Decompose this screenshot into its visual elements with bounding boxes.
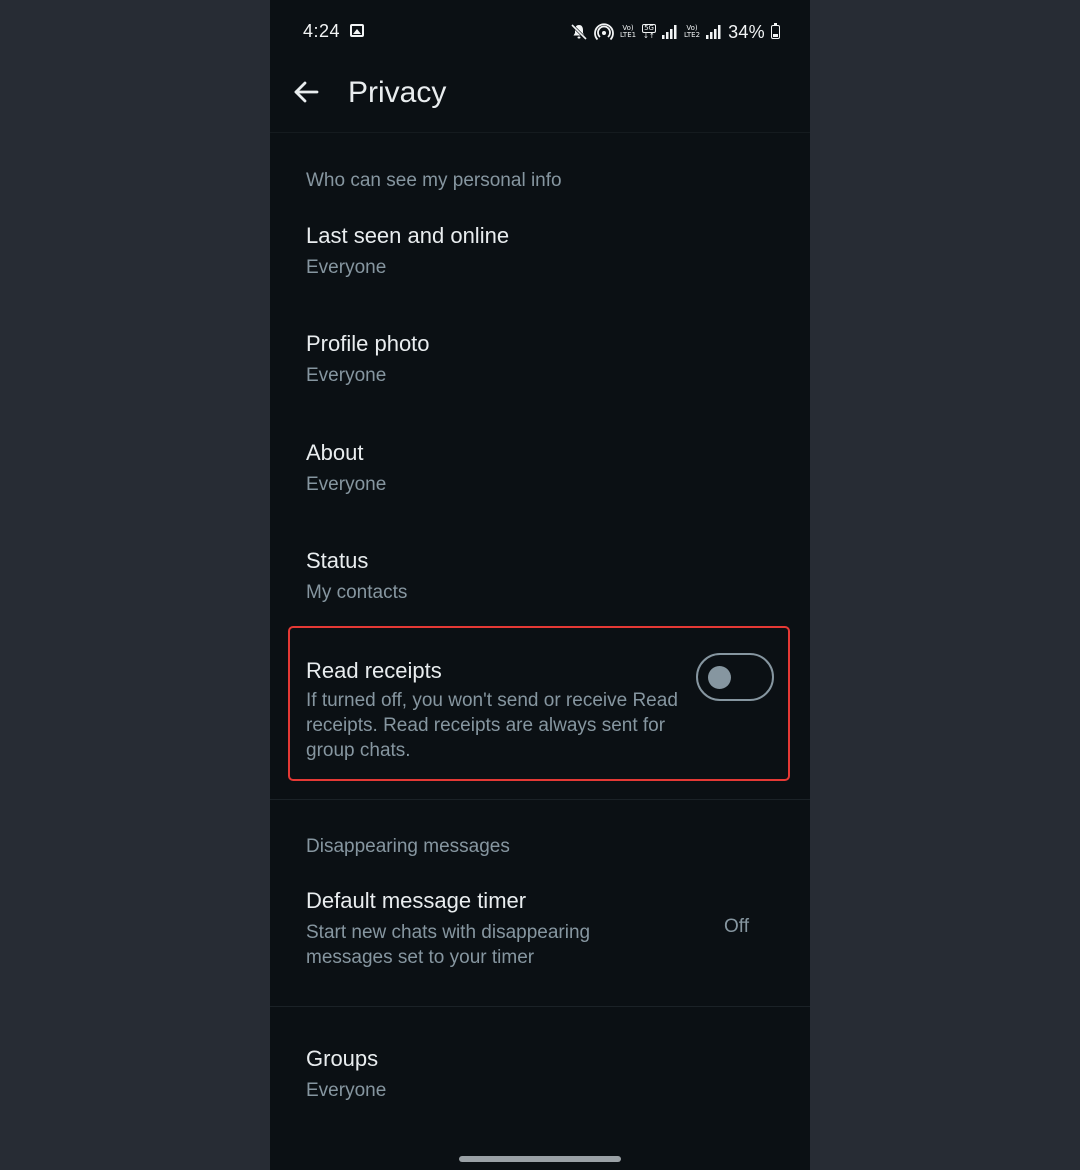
setting-value: Everyone — [306, 1080, 387, 1101]
divider — [270, 799, 810, 800]
home-indicator[interactable] — [459, 1156, 621, 1162]
battery-fill — [773, 34, 778, 37]
divider — [270, 1006, 810, 1007]
setting-status[interactable]: Status My contacts — [270, 530, 810, 630]
status-icons: Vo) LTE1 5G ↓↑ Vo) LTE2 34% — [570, 18, 780, 46]
setting-groups[interactable]: Groups Everyone — [270, 1030, 810, 1134]
hotspot-icon — [594, 23, 614, 41]
setting-profile-photo[interactable]: Profile photo Everyone — [270, 313, 810, 417]
setting-about[interactable]: About Everyone — [270, 422, 810, 526]
section-header-disappearing: Disappearing messages — [306, 836, 510, 857]
app-bar: Privacy — [270, 62, 810, 133]
phone-screen: 4:24 Vo) LTE1 5G ↓↑ Vo) LTE2 34% Privacy… — [270, 0, 810, 1170]
section-header-personal-info: Who can see my personal info — [306, 170, 562, 191]
mute-icon — [570, 23, 588, 41]
back-button[interactable] — [290, 76, 322, 108]
status-time: 4:24 — [303, 21, 341, 41]
signal-icon — [661, 25, 677, 39]
battery-percent: 34% — [728, 21, 765, 42]
setting-title: Last seen and online — [306, 223, 510, 248]
highlight-box — [288, 626, 790, 781]
setting-value: Everyone — [306, 474, 387, 495]
setting-last-seen[interactable]: Last seen and online Everyone — [270, 205, 810, 309]
battery-icon — [771, 23, 780, 39]
setting-value: Everyone — [306, 257, 387, 278]
status-bar: 4:24 Vo) LTE1 5G ↓↑ Vo) LTE2 34% — [270, 0, 810, 62]
setting-value: My contacts — [306, 582, 408, 603]
setting-title: About — [306, 440, 364, 465]
page-title: Privacy — [348, 76, 447, 109]
setting-title: Status — [306, 548, 369, 573]
setting-value: Everyone — [306, 365, 387, 386]
lte2-indicator: Vo) LTE2 — [683, 24, 701, 39]
setting-title: Default message timer — [306, 888, 527, 913]
setting-title: Groups — [306, 1046, 379, 1071]
setting-description: Start new chats with disappearing messag… — [306, 922, 591, 968]
lte1-indicator: Vo) LTE1 — [619, 24, 637, 39]
network-5g-indicator: 5G ↓↑ — [642, 24, 656, 40]
signal-icon-2 — [706, 25, 721, 39]
arrow-left-icon — [294, 81, 319, 103]
image-icon — [350, 24, 364, 37]
setting-title: Profile photo — [306, 331, 430, 356]
timer-value: Off — [724, 916, 749, 937]
